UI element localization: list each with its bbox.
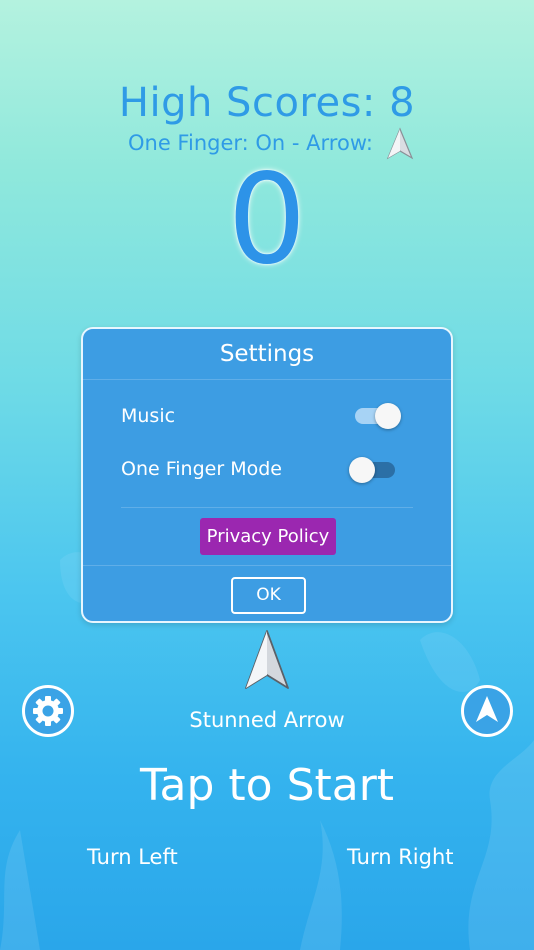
tap-to-start[interactable]: Tap to Start <box>0 760 534 811</box>
settings-dialog: Settings Music One Finger Mode Privacy P… <box>81 327 453 623</box>
current-score: 0 <box>227 148 307 292</box>
music-toggle[interactable] <box>353 401 403 431</box>
music-label: Music <box>121 405 176 427</box>
arrow-icon[interactable] <box>243 629 291 691</box>
arrow-select-button[interactable] <box>461 685 513 737</box>
toggle-knob <box>375 403 401 429</box>
privacy-policy-button[interactable]: Privacy Policy <box>200 518 336 555</box>
toggle-knob <box>349 457 375 483</box>
high-scores-label: High Scores: 8 <box>118 80 416 126</box>
arrow-circle-icon <box>476 696 498 722</box>
divider <box>83 565 451 566</box>
ok-button[interactable]: OK <box>231 577 306 614</box>
settings-title: Settings <box>219 341 315 367</box>
one-finger-mode-toggle[interactable] <box>349 455 399 485</box>
gear-icon <box>33 696 63 726</box>
turn-left-label[interactable]: Turn Left <box>87 845 178 869</box>
divider <box>121 507 413 508</box>
one-finger-mode-label: One Finger Mode <box>121 458 282 480</box>
settings-button[interactable] <box>22 685 74 737</box>
divider <box>83 379 451 380</box>
arrow-name-label: Stunned Arrow <box>189 708 345 732</box>
turn-right-label[interactable]: Turn Right <box>347 845 454 869</box>
